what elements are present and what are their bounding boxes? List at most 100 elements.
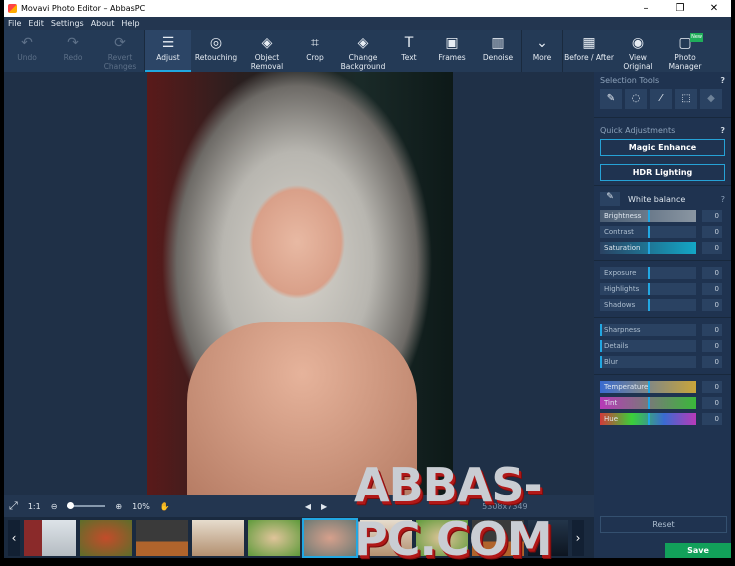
window-title: Movavi Photo Editor – AbbasPC: [21, 4, 146, 13]
magic-enhance-button[interactable]: Magic Enhance: [600, 139, 725, 156]
tool-label: Change Background: [340, 53, 386, 71]
contrast-value[interactable]: 0: [702, 226, 722, 238]
shadows-value[interactable]: 0: [702, 299, 722, 311]
eraser-icon[interactable]: ◆: [700, 89, 722, 109]
toolbar-undo[interactable]: ↶ Undo: [4, 30, 50, 72]
menu-file[interactable]: File: [8, 19, 21, 28]
tool-icon: ⌄: [536, 35, 548, 51]
sharpness-slider[interactable]: Sharpness: [600, 324, 696, 336]
menu-bar: File Edit Settings About Help: [4, 17, 731, 30]
zoom-out-icon[interactable]: ⊖: [51, 502, 58, 511]
thumbnail[interactable]: [192, 519, 244, 556]
tool-icon: ◈: [357, 35, 369, 51]
tool-icon: ↷: [67, 35, 79, 51]
eyedropper-icon[interactable]: ✎: [600, 192, 620, 206]
fit-to-screen-button[interactable]: ⤢: [9, 499, 18, 513]
hue-slider[interactable]: Hue: [600, 413, 696, 425]
highlights-value[interactable]: 0: [702, 283, 722, 295]
slider-label: Blur: [604, 358, 619, 366]
rect-select-icon[interactable]: ⬚: [675, 89, 697, 109]
toolbar-revert-changes[interactable]: ⟳ Revert Changes: [96, 30, 144, 72]
contrast-slider[interactable]: Contrast: [600, 226, 696, 238]
exposure-slider[interactable]: Exposure: [600, 267, 696, 279]
previous-image-button[interactable]: ◀: [305, 502, 311, 511]
saturation-slider[interactable]: Saturation: [600, 242, 696, 254]
tint-value[interactable]: 0: [702, 397, 722, 409]
filmstrip-left-arrow[interactable]: ‹: [8, 519, 20, 556]
adjust-row: Temperature 0: [594, 379, 731, 395]
blur-value[interactable]: 0: [702, 356, 722, 368]
adjust-row: Contrast 0: [594, 224, 731, 240]
quick-adjustments-heading: Quick Adjustments: [600, 126, 676, 135]
toolbar-before-after[interactable]: ▦ Before / After: [563, 30, 615, 72]
close-button[interactable]: ✕: [697, 3, 731, 14]
blur-slider[interactable]: Blur: [600, 356, 696, 368]
exposure-value[interactable]: 0: [702, 267, 722, 279]
menu-settings[interactable]: Settings: [51, 19, 84, 28]
hdr-lighting-button[interactable]: HDR Lighting: [600, 164, 725, 181]
zoom-in-icon[interactable]: ⊕: [115, 502, 122, 511]
actual-size-button[interactable]: 1:1: [28, 502, 41, 511]
slider-label: Brightness: [604, 212, 642, 220]
brush-tool-icon[interactable]: ✎: [600, 89, 622, 109]
tool-icon: ▣: [445, 35, 459, 51]
tool-icon: ▦: [582, 35, 596, 51]
tool-label: Photo Manager: [668, 53, 702, 71]
watermark: ABBAS-PC.COM: [354, 458, 553, 566]
brightness-slider[interactable]: Brightness: [600, 210, 696, 222]
magic-wand-icon[interactable]: ⁄: [650, 89, 672, 109]
white-balance-label: White balance: [628, 194, 686, 204]
toolbar-denoise[interactable]: ▥ Denoise: [475, 30, 521, 72]
thumbnail[interactable]: [24, 519, 76, 556]
highlights-slider[interactable]: Highlights: [600, 283, 696, 295]
minimize-button[interactable]: –: [629, 3, 663, 14]
thumbnail[interactable]: [80, 519, 132, 556]
menu-about[interactable]: About: [91, 19, 115, 28]
toolbar-object-removal[interactable]: ◈ Object Removal: [241, 30, 293, 72]
thumbnail[interactable]: [136, 519, 188, 556]
toolbar-change-background[interactable]: ◈ Change Background: [337, 30, 389, 72]
tool-label: Object Removal: [250, 53, 284, 71]
slider-label: Details: [604, 342, 629, 350]
temperature-value[interactable]: 0: [702, 381, 722, 393]
lasso-tool-icon[interactable]: ◌: [625, 89, 647, 109]
details-value[interactable]: 0: [702, 340, 722, 352]
saturation-value[interactable]: 0: [702, 242, 722, 254]
tool-label: Text: [401, 53, 417, 62]
hand-tool-icon[interactable]: ✋: [160, 502, 170, 511]
shadows-slider[interactable]: Shadows: [600, 299, 696, 311]
hue-value[interactable]: 0: [702, 413, 722, 425]
next-image-button[interactable]: ▶: [321, 502, 327, 511]
toolbar-view-original[interactable]: ◉ View Original: [615, 30, 661, 72]
toolbar-frames[interactable]: ▣ Frames: [429, 30, 475, 72]
temperature-slider[interactable]: Temperature: [600, 381, 696, 393]
help-icon[interactable]: ?: [720, 126, 725, 135]
brightness-value[interactable]: 0: [702, 210, 722, 222]
thumbnail[interactable]: [248, 519, 300, 556]
toolbar-text[interactable]: T Text: [389, 30, 429, 72]
sharpness-value[interactable]: 0: [702, 324, 722, 336]
menu-help[interactable]: Help: [121, 19, 139, 28]
toolbar-adjust[interactable]: ☰ Adjust: [145, 30, 191, 72]
tool-icon: ◎: [209, 35, 223, 51]
help-icon[interactable]: ?: [721, 195, 725, 204]
image-canvas[interactable]: [4, 72, 594, 495]
tool-label: Crop: [306, 53, 324, 62]
zoom-slider[interactable]: [67, 502, 106, 509]
tint-slider[interactable]: Tint: [600, 397, 696, 409]
slider-label: Saturation: [604, 244, 641, 252]
toolbar-photo-manager[interactable]: ▢ Photo Manager New: [661, 30, 709, 72]
tool-label: Adjust: [156, 53, 180, 62]
menu-edit[interactable]: Edit: [28, 19, 44, 28]
toolbar-more[interactable]: ⌄ More: [522, 30, 562, 72]
maximize-button[interactable]: ❐: [663, 3, 697, 14]
details-slider[interactable]: Details: [600, 340, 696, 352]
toolbar-redo[interactable]: ↷ Redo: [50, 30, 96, 72]
toolbar-crop[interactable]: ⌗ Crop: [293, 30, 337, 72]
help-icon[interactable]: ?: [720, 76, 725, 85]
toolbar-retouching[interactable]: ◎ Retouching: [191, 30, 241, 72]
tool-label: View Original: [623, 53, 653, 71]
thumbnail-selected[interactable]: [302, 517, 358, 558]
slider-label: Tint: [604, 399, 618, 407]
tool-icon: ◈: [261, 35, 273, 51]
